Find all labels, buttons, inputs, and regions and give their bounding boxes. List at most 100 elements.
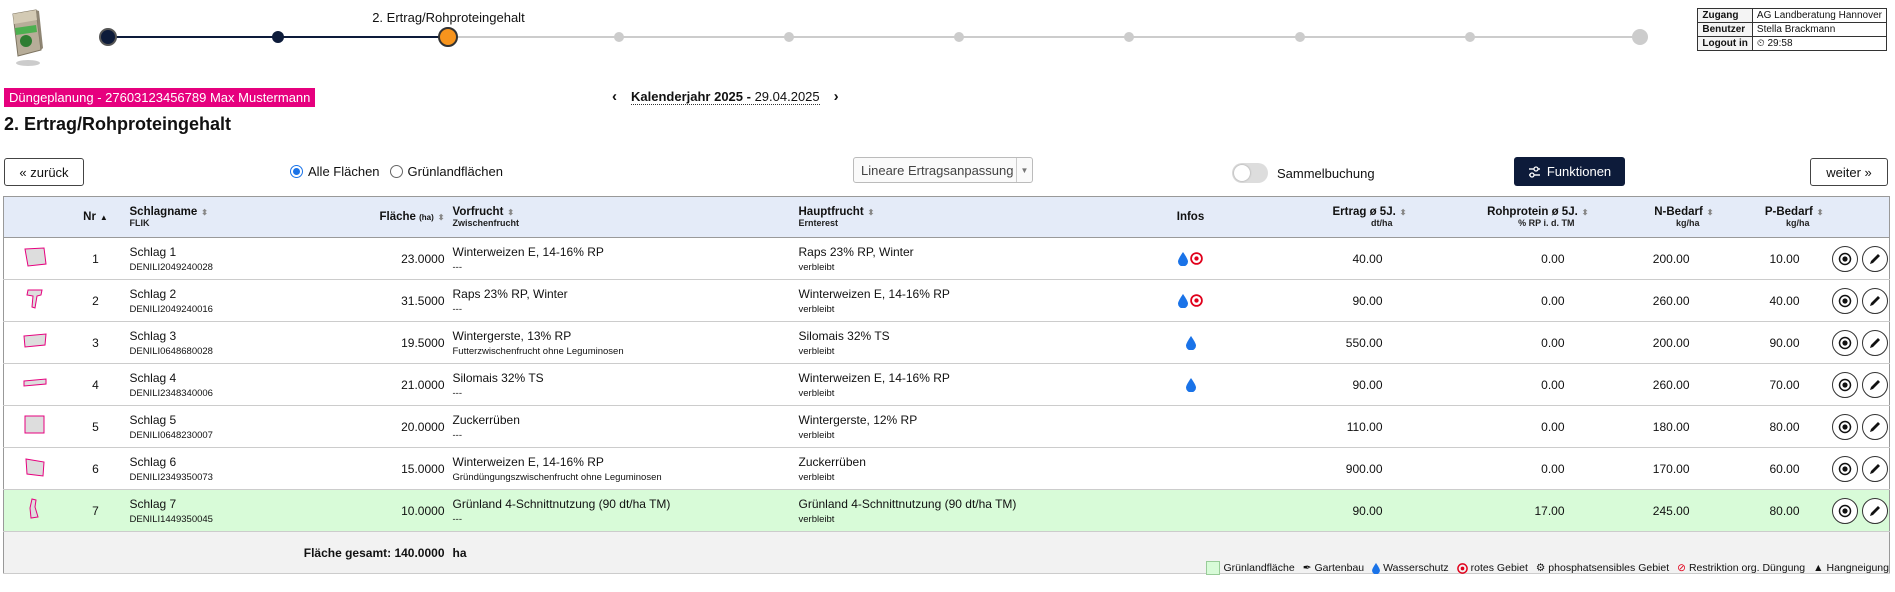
- field-shape: [3, 489, 66, 532]
- sort-icon[interactable]: ⬍: [438, 213, 445, 222]
- sort-icon[interactable]: ⬍: [1707, 208, 1714, 217]
- calendar-year: Kalenderjahr 2025 -: [631, 88, 751, 104]
- view-button[interactable]: [1831, 455, 1858, 482]
- back-button[interactable]: « zurück: [4, 158, 84, 186]
- field-n-demand: 200.00: [1592, 321, 1718, 364]
- yield-adjustment-select[interactable]: Lineare Ertragsanpassung ▼: [853, 157, 1033, 183]
- header-area[interactable]: Fläche (ha) ⬍: [287, 196, 449, 238]
- view-button[interactable]: [1831, 245, 1858, 272]
- field-main-crop: Grünland 4-Schnittnutzung (90 dt/ha TM): [798, 496, 1017, 511]
- edit-button[interactable]: [1861, 245, 1888, 272]
- step-dot-3[interactable]: [438, 27, 459, 47]
- sort-icon[interactable]: ⬍: [1400, 208, 1407, 217]
- table-row[interactable]: 1 Schlag 1 DENILI2049240028 23.0000 Winterwe…: [3, 237, 1890, 280]
- header-main[interactable]: Hauptfrucht ⬍ Ernterest: [794, 196, 1141, 238]
- view-icon: [1838, 462, 1851, 475]
- view-button[interactable]: [1831, 413, 1858, 440]
- field-protein: 0.00: [1410, 237, 1593, 280]
- table-row[interactable]: 7 Schlag 7 DENILI1449350045 10.0000 Grünland…: [3, 489, 1890, 532]
- sort-icon[interactable]: ⬍: [1817, 208, 1824, 217]
- step-dot-6[interactable]: [954, 32, 965, 42]
- header-name[interactable]: Schlagname ⬍ FLIK: [125, 196, 288, 238]
- field-flik: DENILI2049240016: [129, 303, 213, 315]
- calendar-year-selector[interactable]: Kalenderjahr 2025 - 29.04.2025: [631, 89, 820, 105]
- header-yield-label: Ertrag ø 5J.: [1332, 206, 1396, 218]
- header-p-demand[interactable]: P-Bedarf ⬍ kg/ha: [1717, 196, 1828, 238]
- header-nr[interactable]: Nr ▲: [65, 196, 126, 238]
- step-dot-1[interactable]: [99, 28, 117, 46]
- edit-button[interactable]: [1861, 455, 1888, 482]
- toggle-switch[interactable]: [1232, 163, 1268, 183]
- header-p-sub: kg/ha: [1785, 218, 1810, 228]
- view-button[interactable]: [1831, 497, 1858, 524]
- sort-icon[interactable]: ⬍: [507, 208, 514, 217]
- logout-link[interactable]: Logout in: [1697, 36, 1753, 51]
- step-dot-2[interactable]: [272, 31, 285, 43]
- field-actions: [1827, 363, 1890, 406]
- sort-icon[interactable]: ⬍: [201, 208, 208, 217]
- field-prev-crop: Zuckerrüben: [452, 412, 520, 427]
- field-p-demand: 80.00: [1717, 405, 1828, 448]
- field-prev-crop: Winterweizen E, 14-16% RP: [452, 454, 604, 469]
- field-nr: 1: [65, 237, 126, 280]
- field-n-demand: 170.00: [1592, 447, 1718, 490]
- field-p-demand: 10.00: [1717, 237, 1828, 280]
- table-row[interactable]: 3 Schlag 3 DENILI0648680028 19.5000 Winterge…: [3, 321, 1890, 364]
- sliders-icon: [1528, 165, 1540, 178]
- header-prev[interactable]: Vorfrucht ⬍ Zwischenfrucht: [448, 196, 795, 238]
- header-name-label: Schlagname: [129, 206, 198, 218]
- header-shape: [3, 196, 66, 238]
- field-protein: 17.00: [1410, 489, 1593, 532]
- view-button[interactable]: [1831, 371, 1858, 398]
- field-nr: 3: [65, 321, 126, 364]
- header-n-demand[interactable]: N-Bedarf ⬍ kg/ha: [1592, 196, 1718, 238]
- field-yield: 550.00: [1240, 321, 1411, 364]
- view-button[interactable]: [1831, 329, 1858, 356]
- step-dot-7[interactable]: [1124, 32, 1135, 42]
- field-nr: 2: [65, 279, 126, 322]
- field-catch-crop: ---: [452, 513, 463, 525]
- step-dot-5[interactable]: [783, 32, 794, 42]
- radio-all-fields-label[interactable]: Alle Flächen: [308, 164, 380, 179]
- chevron-left-icon[interactable]: ‹: [612, 88, 617, 105]
- step-dot-9[interactable]: [1464, 32, 1475, 42]
- sort-icon[interactable]: ⬍: [1582, 208, 1589, 217]
- step-dot-10[interactable]: [1632, 29, 1648, 45]
- field-prev-crop: Winterweizen E, 14-16% RP: [452, 244, 604, 259]
- radio-grassland[interactable]: [389, 165, 403, 178]
- edit-button[interactable]: [1861, 413, 1888, 440]
- field-actions: [1827, 405, 1890, 448]
- table-row[interactable]: 4 Schlag 4 DENILI2348340006 21.0000 Silomais…: [3, 363, 1890, 406]
- stepper-line-pending: [448, 36, 1640, 38]
- sort-icon[interactable]: ⬍: [868, 208, 875, 217]
- radio-all-fields[interactable]: [290, 165, 303, 178]
- field-area: 15.0000: [287, 447, 449, 490]
- radio-grassland-label[interactable]: Grünlandflächen: [408, 164, 503, 179]
- field-area: 20.0000: [287, 405, 449, 448]
- next-button[interactable]: weiter »: [1810, 158, 1888, 186]
- view-button[interactable]: [1831, 287, 1858, 314]
- table-row[interactable]: 6 Schlag 6 DENILI2349350073 15.0000 Winterwe…: [3, 447, 1890, 490]
- edit-button[interactable]: [1861, 371, 1888, 398]
- collective-booking-toggle[interactable]: Sammelbuchung: [1232, 163, 1375, 183]
- water-drop-icon: [1185, 335, 1196, 351]
- table-row[interactable]: 5 Schlag 5 DENILI0648230007 20.0000 Zuckerrü…: [3, 405, 1890, 448]
- view-icon: [1838, 294, 1851, 307]
- functions-button[interactable]: Funktionen: [1514, 157, 1625, 186]
- pencil-icon: [1869, 421, 1880, 432]
- timer-icon: ⏲: [1756, 38, 1765, 49]
- step-dot-4[interactable]: [613, 32, 624, 42]
- step-dot-8[interactable]: [1294, 32, 1305, 42]
- edit-button[interactable]: [1861, 497, 1888, 524]
- chevron-right-icon[interactable]: ›: [834, 88, 839, 105]
- edit-button[interactable]: [1861, 329, 1888, 356]
- header-yield[interactable]: Ertrag ø 5J. ⬍ dt/ha: [1240, 196, 1411, 238]
- water-drop-icon: [1185, 377, 1196, 393]
- field-catch-crop: ---: [452, 261, 463, 273]
- field-prev-cell: Winterweizen E, 14-16% RP Gründüngungszwi…: [448, 447, 795, 490]
- table-row[interactable]: 2 Schlag 2 DENILI2049240016 31.5000 Raps 23%…: [3, 279, 1890, 322]
- field-name: Schlag 2: [129, 286, 177, 301]
- edit-button[interactable]: [1861, 287, 1888, 314]
- header-protein[interactable]: Rohprotein ø 5J. ⬍ % RP i. d. TM: [1410, 196, 1593, 238]
- sort-asc-icon[interactable]: ▲: [100, 213, 108, 222]
